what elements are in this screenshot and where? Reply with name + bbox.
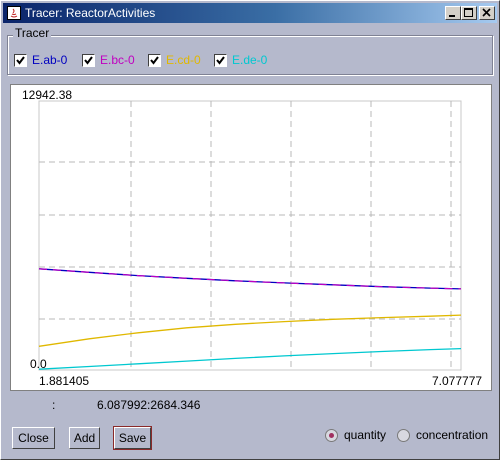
plot-canvas[interactable] bbox=[1, 1, 499, 401]
series-line-e-cd-0 bbox=[38, 314, 462, 347]
plot-frame bbox=[38, 100, 462, 371]
y-axis-min-label: 0.0 bbox=[30, 357, 47, 371]
y-axis-max-label: 12942.38 bbox=[22, 88, 73, 102]
quantity-radio-option[interactable]: quantity bbox=[325, 427, 386, 443]
series-line-e-ab-0 bbox=[38, 268, 462, 290]
close-button[interactable]: Close bbox=[12, 427, 55, 449]
cursor-readout-bar bbox=[1, 393, 499, 415]
concentration-radio-option[interactable]: concentration bbox=[397, 427, 488, 443]
cursor-readout-value: 6.087992:2684.346 bbox=[97, 398, 201, 412]
series-line-e-de-0 bbox=[38, 347, 462, 370]
plot-grid bbox=[38, 100, 462, 371]
add-button[interactable]: Add bbox=[69, 427, 100, 449]
quantity-radio[interactable] bbox=[325, 428, 338, 442]
x-axis-min-label: 1.881405 bbox=[39, 374, 90, 388]
quantity-radio-label: quantity bbox=[344, 428, 387, 442]
save-button[interactable]: Save bbox=[113, 426, 152, 450]
readout-separator: : bbox=[52, 398, 56, 412]
x-axis-max-label: 7.077777 bbox=[432, 374, 483, 388]
tracer-window: Tracer: ReactorActivities Tracer E.ab-0 … bbox=[0, 0, 500, 460]
series-line-e-bc-0 bbox=[38, 268, 462, 290]
concentration-radio[interactable] bbox=[397, 428, 410, 442]
concentration-radio-label: concentration bbox=[416, 428, 489, 442]
